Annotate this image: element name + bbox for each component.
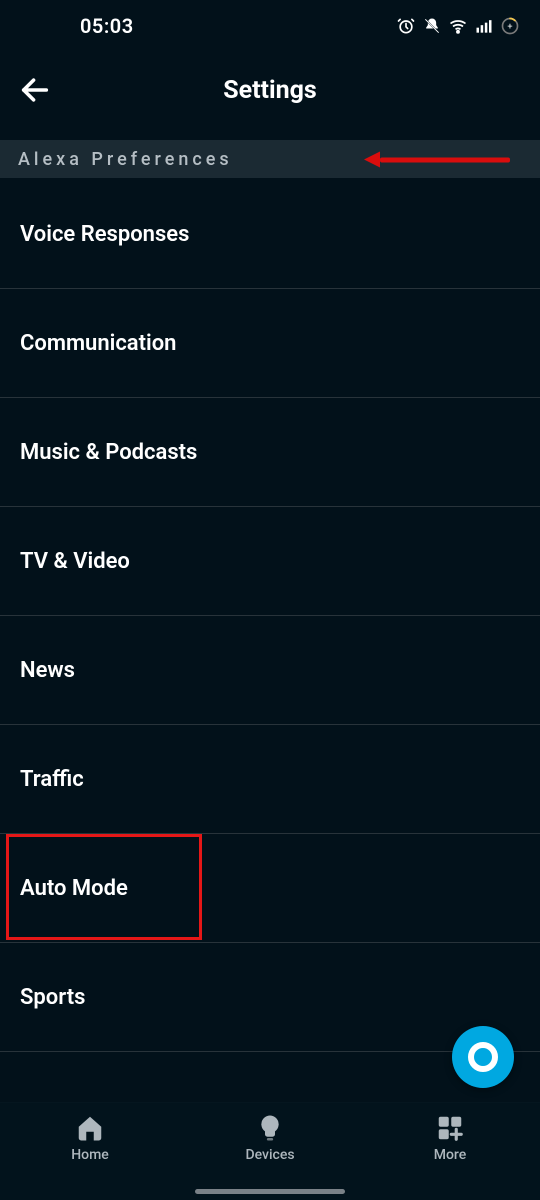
settings-item-news[interactable]: News <box>0 616 540 725</box>
settings-item-auto-mode[interactable]: Auto Mode <box>0 834 540 943</box>
item-label: News <box>20 658 75 683</box>
app-header: Settings <box>0 60 540 120</box>
signal-icon <box>474 16 494 36</box>
alexa-ring-icon <box>468 1042 498 1072</box>
nav-home[interactable]: Home <box>30 1113 150 1163</box>
nav-more[interactable]: More <box>390 1113 510 1163</box>
item-label: Auto Mode <box>20 876 128 901</box>
page-title: Settings <box>0 76 540 105</box>
settings-list: Voice Responses Communication Music & Po… <box>0 180 540 1102</box>
settings-item-communication[interactable]: Communication <box>0 289 540 398</box>
settings-item-voice-responses[interactable]: Voice Responses <box>0 180 540 289</box>
arrow-left-icon <box>18 73 52 107</box>
section-header-alexa-preferences: Alexa Preferences <box>0 140 540 178</box>
settings-item-tv-video[interactable]: TV & Video <box>0 507 540 616</box>
alarm-icon <box>396 16 416 36</box>
settings-item-traffic[interactable]: Traffic <box>0 725 540 834</box>
item-label: Music & Podcasts <box>20 440 197 465</box>
back-button[interactable] <box>0 60 70 120</box>
status-bar: 05:03 + <box>0 0 540 52</box>
item-label: Voice Responses <box>20 222 189 247</box>
bulb-icon <box>255 1113 285 1143</box>
section-title: Alexa Preferences <box>18 149 233 170</box>
grid-plus-icon <box>435 1113 465 1143</box>
settings-item-music-podcasts[interactable]: Music & Podcasts <box>0 398 540 507</box>
wifi-icon <box>448 16 468 36</box>
alexa-fab-button[interactable] <box>452 1026 514 1088</box>
status-icons: + <box>396 16 520 36</box>
nav-devices[interactable]: Devices <box>210 1113 330 1163</box>
annotation-arrow <box>364 149 510 170</box>
mute-icon <box>422 16 442 36</box>
battery-icon: + <box>500 16 520 36</box>
item-label: Sports <box>20 985 85 1010</box>
nav-label: More <box>434 1147 467 1163</box>
item-label: TV & Video <box>20 549 130 574</box>
home-icon <box>75 1113 105 1143</box>
nav-label: Devices <box>245 1147 294 1163</box>
item-label: Traffic <box>20 767 84 792</box>
home-indicator <box>195 1189 345 1194</box>
nav-label: Home <box>71 1147 109 1163</box>
item-label: Communication <box>20 331 176 356</box>
svg-text:+: + <box>507 22 512 32</box>
status-time: 05:03 <box>80 14 134 38</box>
bottom-nav: Home Devices More <box>0 1102 540 1200</box>
